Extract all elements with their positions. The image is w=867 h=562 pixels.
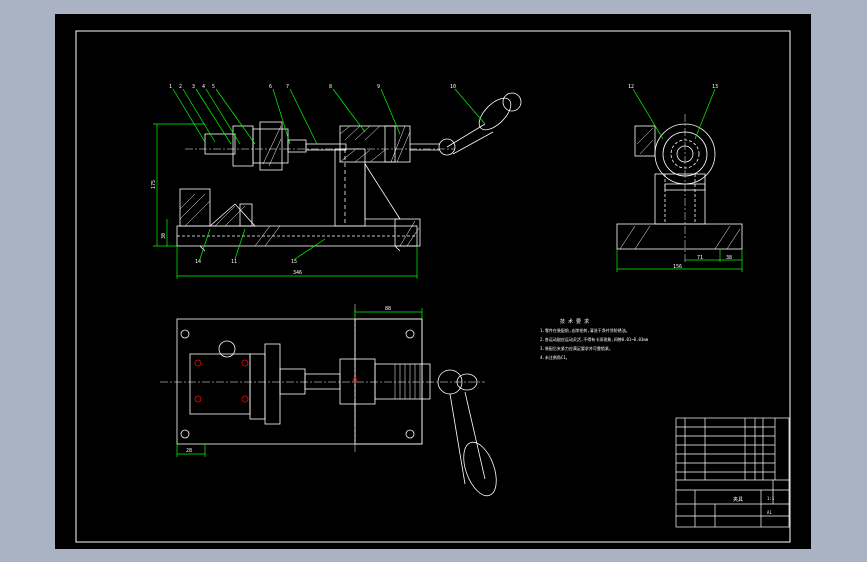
dim-side-b: 38: [726, 255, 732, 261]
title-block: [675, 417, 790, 528]
tech-req-title: 技 术 要 求: [560, 318, 589, 325]
balloon-15: 15: [291, 259, 297, 265]
balloon-14: 14: [195, 259, 201, 265]
dim-plan-bottom: 28: [186, 448, 192, 454]
balloon-13: 13: [712, 84, 718, 90]
balloon-8: 8: [329, 84, 332, 90]
dim-front-subheight: 30: [161, 233, 167, 239]
balloon-3: 3: [192, 84, 195, 90]
title-block-sheet: A1: [767, 510, 772, 515]
front-balloons: 1 2 3 4 5 6 7 8 9 10 14 11 15 175 30 346: [151, 84, 456, 276]
cad-viewer: 1 2 3 4 5 6 7 8 9 10 14 11 15 175 30 346: [0, 0, 867, 562]
balloon-10: 10: [450, 84, 456, 90]
plan-labels: 88 28: [186, 306, 391, 454]
tech-req-item-1: 1.零件在装配前,去除毛刺,清洗干净并涂防锈油。: [540, 327, 630, 333]
technical-requirements: 技 术 要 求 1.零件在装配前,去除毛刺,清洗干净并涂防锈油。 2.各运动副应…: [540, 318, 649, 360]
title-block-text: 夹具 1:1 A1: [733, 496, 775, 515]
dim-front-width: 346: [293, 270, 302, 276]
plan-red-marks: [194, 359, 358, 403]
balloon-5: 5: [212, 84, 215, 90]
plan-view: [160, 304, 497, 497]
drawing-svg: 1 2 3 4 5 6 7 8 9 10 14 11 15 175 30 346: [75, 30, 791, 543]
balloon-2: 2: [179, 84, 182, 90]
tech-req-item-3: 3.装配后夹紧力应满足要求并可靠锁紧。: [540, 345, 613, 351]
title-block-scale: 1:1: [767, 496, 775, 501]
tech-req-item-2: 2.各运动副应运动灵活,不得有卡滞现象,间隙0.01~0.03mm: [540, 336, 649, 342]
side-view: [616, 114, 743, 264]
dim-front-height: 175: [151, 180, 157, 189]
balloon-12: 12: [628, 84, 634, 90]
tech-req-item-4: 4.未注倒角C1。: [540, 354, 570, 360]
side-dimensions: [616, 88, 743, 272]
dim-side-width: 156: [673, 264, 682, 270]
front-dimensions: [153, 88, 486, 279]
balloon-7: 7: [286, 84, 289, 90]
side-balloons: 12 13 156 71 38: [628, 84, 732, 270]
balloon-1: 1: [169, 84, 172, 90]
dim-plan-top: 88: [385, 306, 391, 312]
plan-dimensions: [176, 308, 423, 457]
drawing-frame: [75, 30, 791, 543]
balloon-11: 11: [231, 259, 237, 265]
drawing-canvas[interactable]: 1 2 3 4 5 6 7 8 9 10 14 11 15 175 30 346: [55, 14, 811, 549]
dim-side-a: 71: [697, 255, 703, 261]
balloon-6: 6: [269, 84, 272, 90]
balloon-9: 9: [377, 84, 380, 90]
balloon-4: 4: [202, 84, 205, 90]
front-view: [176, 92, 522, 252]
title-block-name: 夹具: [733, 496, 743, 503]
